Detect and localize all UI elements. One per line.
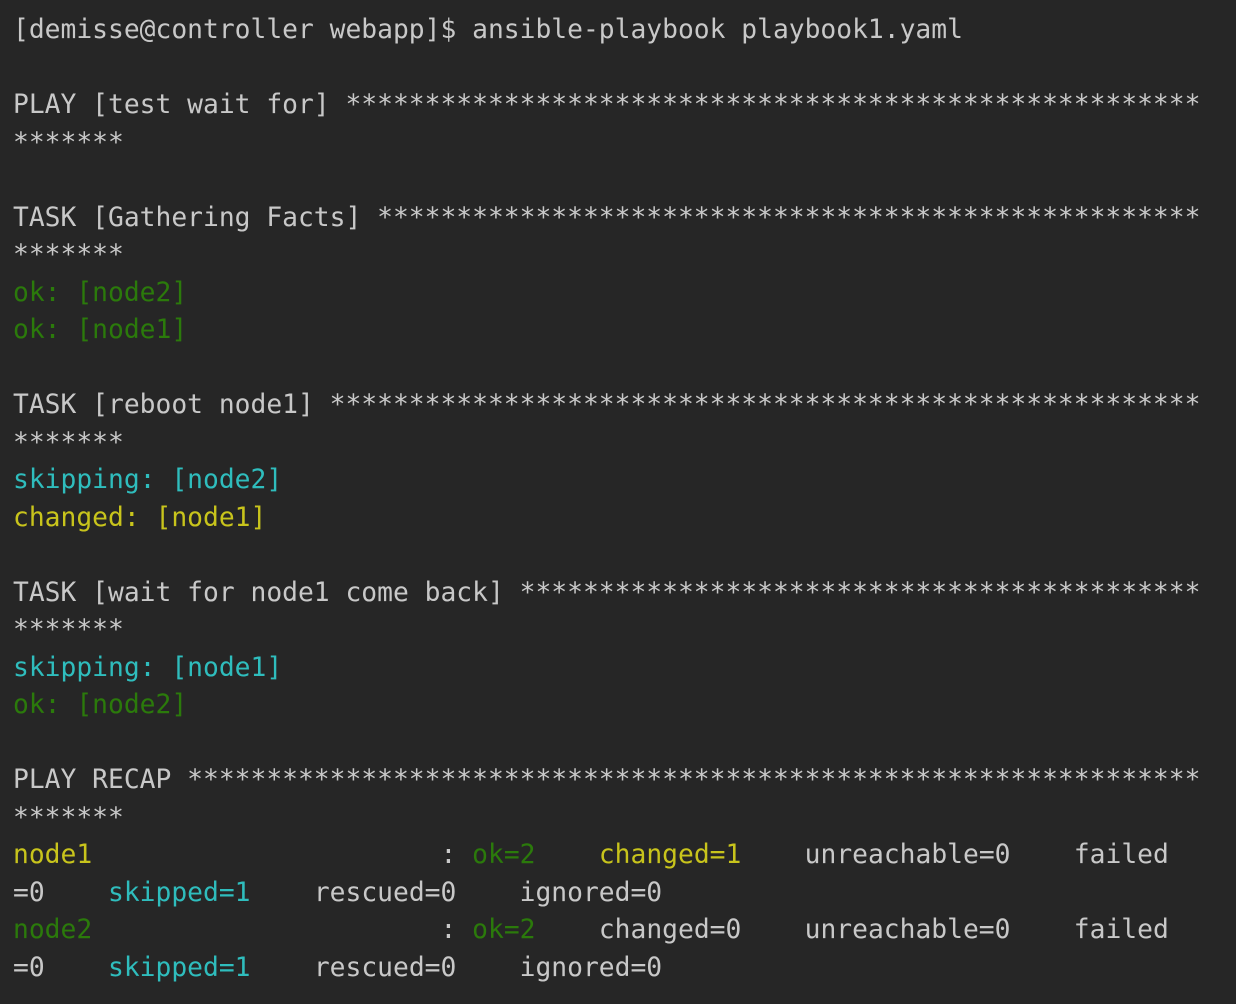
terminal-line: changed: [node1] (13, 500, 1236, 538)
terminal-text-segment: =0 (13, 877, 108, 908)
terminal-line: ******* (13, 425, 1236, 463)
terminal-line: =0 skipped=1 rescued=0 ignored=0 (13, 950, 1236, 988)
terminal-text-segment: TASK [wait for node1 come back] ********… (13, 577, 1201, 608)
terminal-line: PLAY [test wait for] *******************… (13, 87, 1236, 125)
terminal-line: ​ (13, 50, 1236, 88)
terminal-output: [demisse@controller webapp]$ ansible-pla… (13, 12, 1236, 987)
terminal-text-segment: ******* (13, 427, 124, 458)
terminal-window[interactable]: [demisse@controller webapp]$ ansible-pla… (0, 0, 1236, 1004)
terminal-text-segment: ******* (13, 615, 124, 645)
terminal-text-segment: node2 (13, 915, 93, 945)
terminal-text-segment: : (92, 840, 473, 870)
terminal-line: PLAY RECAP *****************************… (13, 762, 1236, 800)
terminal-text-segment: ok: [node2] (13, 277, 188, 308)
terminal-text-segment: ******* (13, 240, 124, 270)
terminal-text-segment: changed=0 unreachable=0 failed (535, 915, 1169, 945)
terminal-line: TASK [Gathering Facts] *****************… (13, 200, 1236, 238)
terminal-line: ​ (13, 537, 1236, 575)
terminal-line: ​ (13, 725, 1236, 763)
terminal-line: TASK [reboot node1] ********************… (13, 387, 1236, 425)
terminal-text-segment: PLAY [test wait for] *******************… (13, 90, 1201, 120)
terminal-text-segment: skipping: [node2] (13, 465, 283, 495)
terminal-text-segment: changed=1 (598, 840, 742, 870)
terminal-line: ok: [node1] (13, 312, 1236, 350)
terminal-line: skipping: [node1] (13, 650, 1236, 688)
terminal-text-segment: skipped=1 (108, 952, 251, 983)
terminal-line: ******* (13, 612, 1236, 650)
terminal-line: ​ (13, 162, 1236, 200)
terminal-text-segment: unreachable=0 failed (741, 840, 1169, 870)
terminal-line: ******* (13, 800, 1236, 838)
terminal-line: skipping: [node2] (13, 462, 1236, 500)
terminal-text-segment: PLAY RECAP *****************************… (13, 765, 1201, 795)
terminal-text-segment: ok=2 (472, 915, 536, 945)
terminal-text-segment: ******* (13, 127, 124, 158)
terminal-text-segment: ok: [node1] (13, 315, 188, 345)
terminal-text-segment: =0 (13, 952, 108, 983)
terminal-line: TASK [wait for node1 come back] ********… (13, 575, 1236, 613)
terminal-text-segment: skipping: [node1] (13, 652, 283, 683)
terminal-text-segment: [demisse@controller webapp]$ ansible-pla… (13, 15, 963, 45)
terminal-line: ok: [node2] (13, 687, 1236, 725)
terminal-line: ******* (13, 125, 1236, 163)
terminal-text-segment: ******* (13, 802, 124, 833)
terminal-text-segment: rescued=0 ignored=0 (250, 877, 663, 908)
terminal-line: [demisse@controller webapp]$ ansible-pla… (13, 12, 1236, 50)
terminal-line: ******* (13, 237, 1236, 275)
terminal-line: =0 skipped=1 rescued=0 ignored=0 (13, 875, 1236, 913)
terminal-text-segment: TASK [Gathering Facts] *****************… (13, 202, 1201, 233)
terminal-line: node2 : ok=2 changed=0 unreachable=0 fai… (13, 912, 1236, 950)
terminal-text-segment: TASK [reboot node1] ********************… (13, 390, 1201, 420)
terminal-line: ok: [node2] (13, 275, 1236, 313)
terminal-text-segment: ok: [node2] (13, 690, 188, 720)
terminal-text-segment: : (92, 915, 473, 945)
terminal-text-segment: skipped=1 (108, 877, 251, 908)
terminal-line: ​ (13, 350, 1236, 388)
terminal-text-segment: changed: [node1] (13, 502, 267, 533)
terminal-text-segment: ok=2 (472, 840, 536, 870)
terminal-text-segment: node1 (13, 840, 93, 870)
terminal-text-segment: rescued=0 ignored=0 (250, 952, 663, 983)
terminal-line: node1 : ok=2 changed=1 unreachable=0 fai… (13, 837, 1236, 875)
